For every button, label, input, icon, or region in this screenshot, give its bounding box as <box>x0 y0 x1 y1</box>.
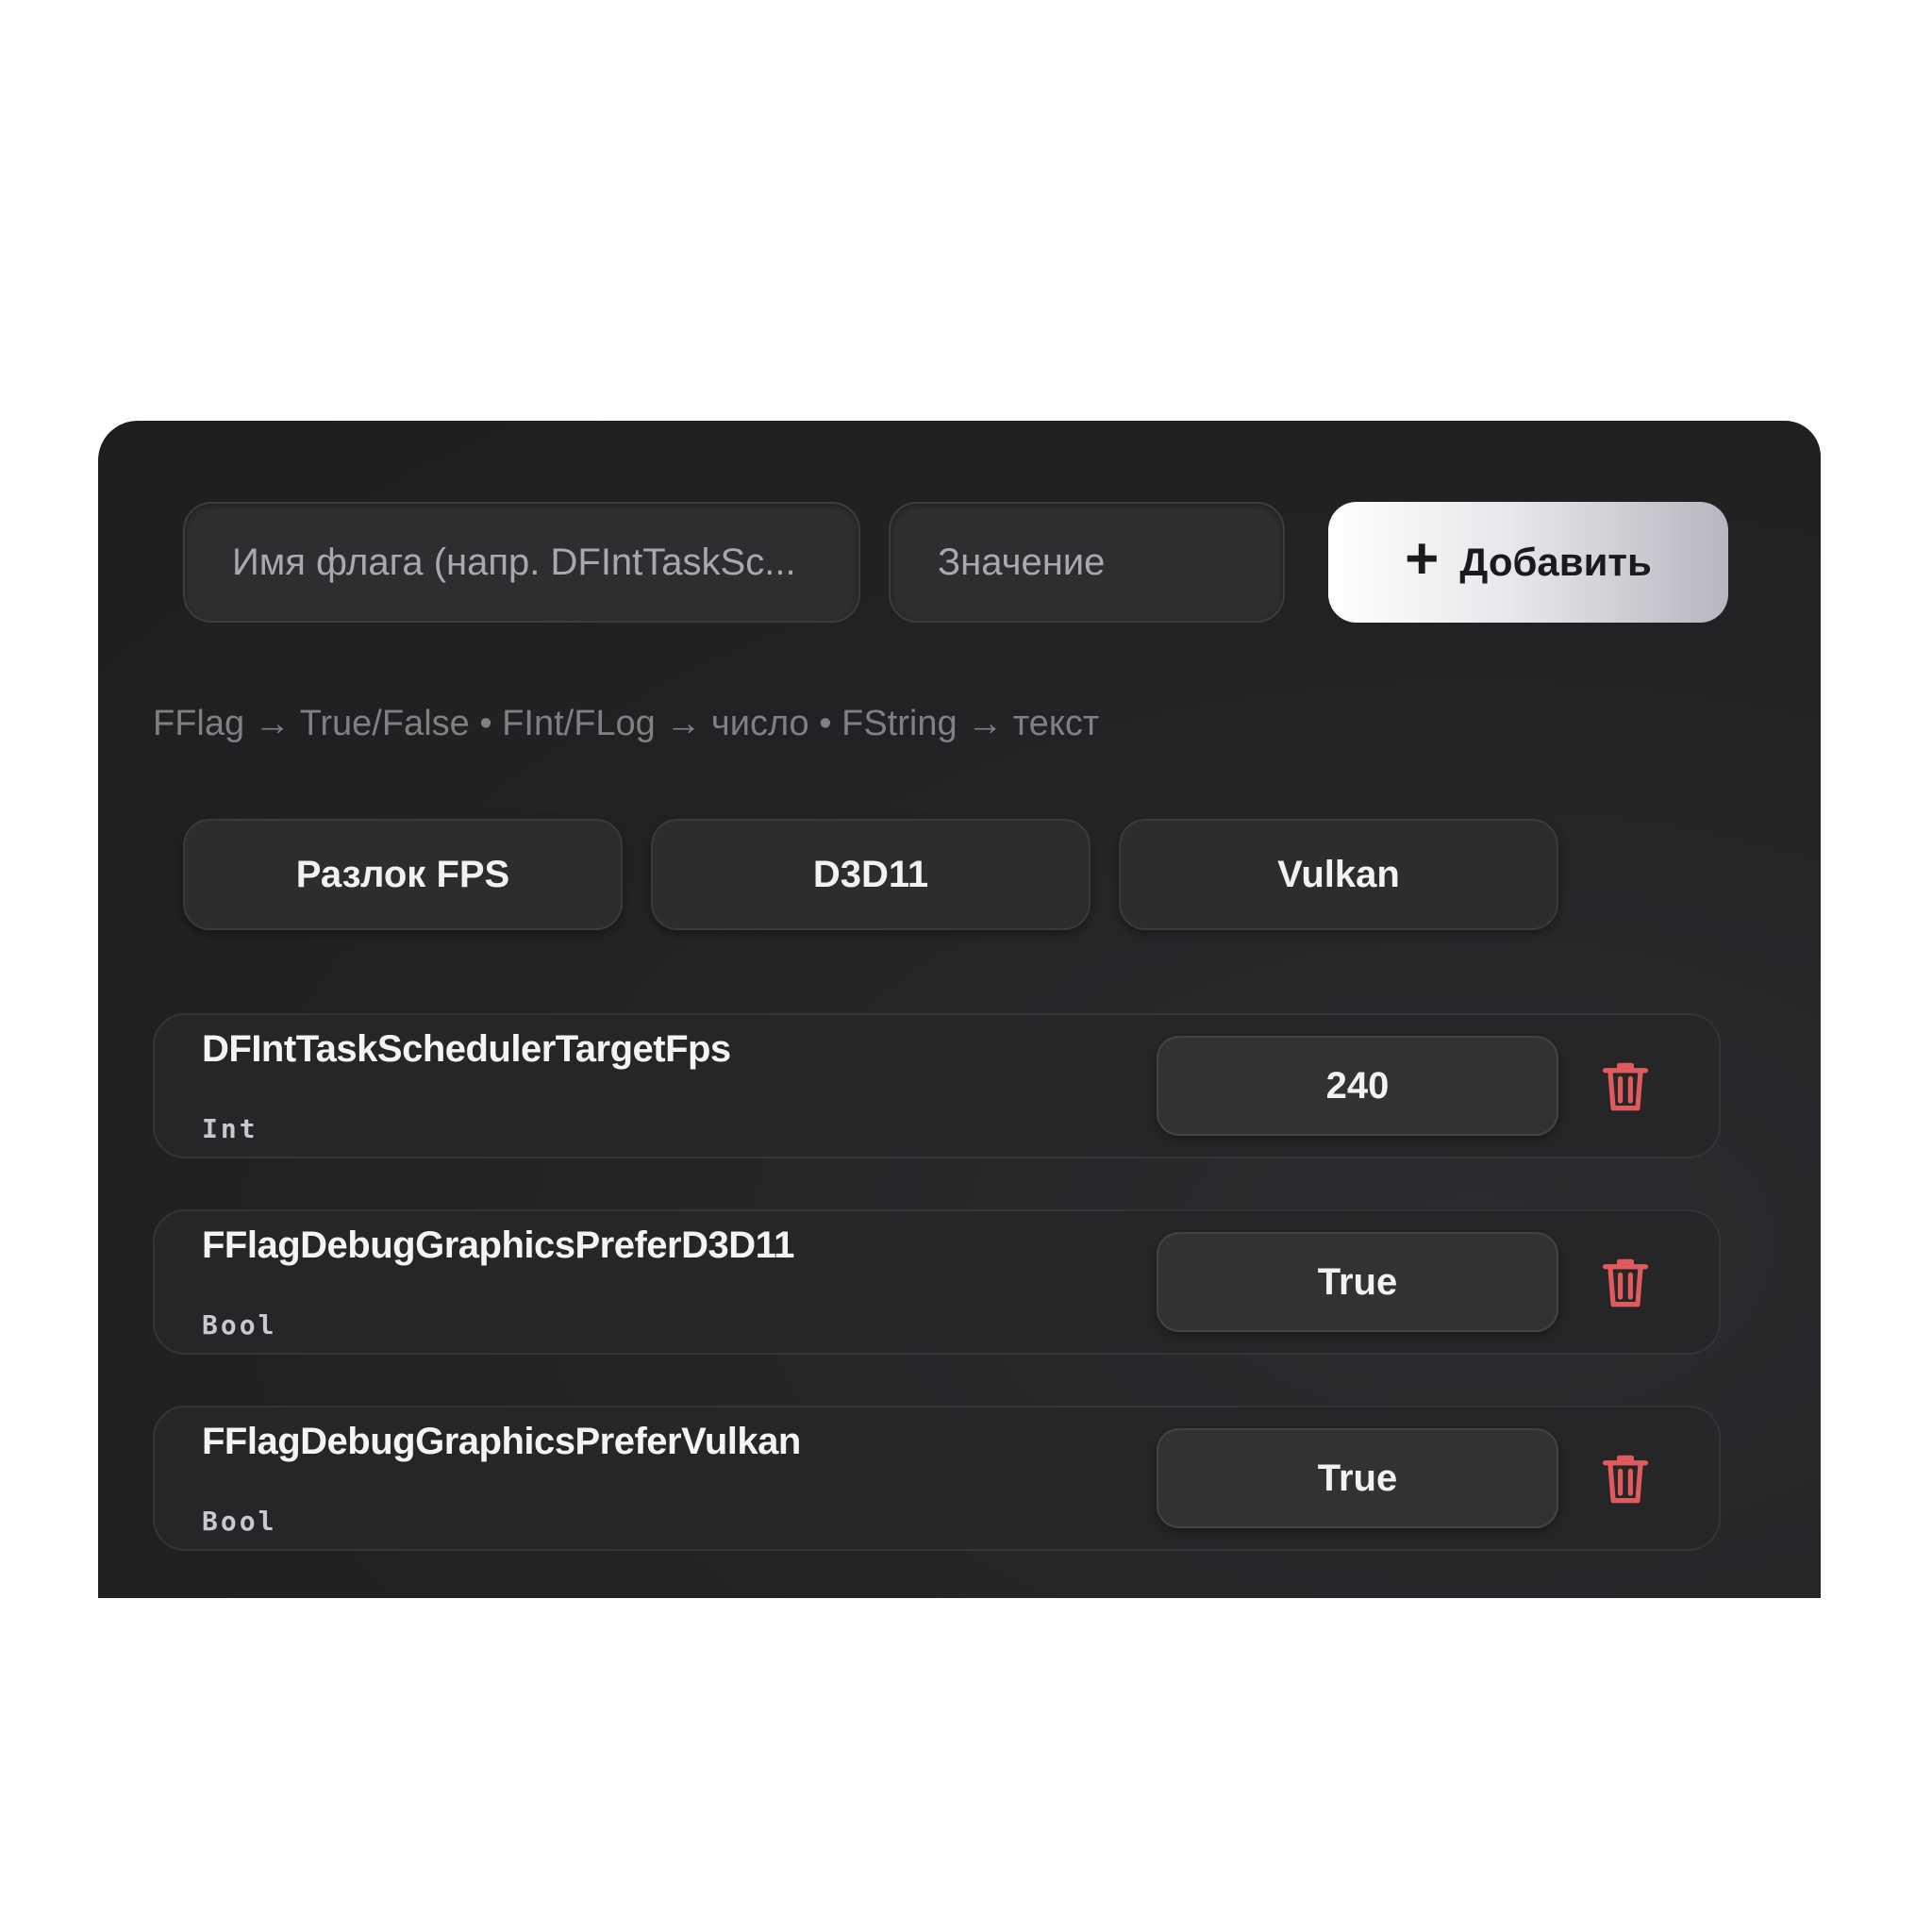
flag-value-field[interactable]: 240 <box>1157 1036 1558 1136</box>
flag-type-hint: FFlag → True/False • FInt/FLog → число •… <box>153 704 1100 743</box>
trash-icon[interactable] <box>1600 1257 1651 1309</box>
flags-panel: Имя флага (напр. DFIntTaskSc... Значение… <box>98 421 1821 1598</box>
flag-name: FFlagDebugGraphicsPreferD3D11 <box>202 1224 794 1266</box>
preset-label: Разлок FPS <box>295 853 510 895</box>
flag-value-field[interactable]: True <box>1157 1232 1558 1332</box>
flag-type-label: Int <box>202 1113 258 1144</box>
flag-value-field[interactable]: True <box>1157 1428 1558 1528</box>
plus-icon: + <box>1405 526 1440 591</box>
preset-vulkan-button[interactable]: Vulkan <box>1119 819 1558 930</box>
add-flag-label: Добавить <box>1459 540 1652 584</box>
preset-label: Vulkan <box>1277 853 1400 895</box>
trash-icon[interactable] <box>1600 1060 1651 1113</box>
flag-name: FFlagDebugGraphicsPreferVulkan <box>202 1421 801 1462</box>
flag-type-label: Bool <box>202 1309 277 1341</box>
add-flag-button[interactable]: + Добавить <box>1328 502 1728 623</box>
flag-name-input[interactable]: Имя флага (напр. DFIntTaskSc... <box>183 502 860 623</box>
flag-value-input[interactable]: Значение <box>889 502 1285 623</box>
flag-type-label: Bool <box>202 1506 277 1537</box>
preset-d3d11-button[interactable]: D3D11 <box>651 819 1091 930</box>
preset-label: D3D11 <box>812 853 929 895</box>
flag-row: DFIntTaskSchedulerTargetFps Int 240 <box>153 1013 1721 1158</box>
trash-icon[interactable] <box>1600 1453 1651 1506</box>
flag-value-placeholder: Значение <box>938 541 1106 583</box>
flag-row: FFlagDebugGraphicsPreferD3D11 Bool True <box>153 1209 1721 1355</box>
flag-name: DFIntTaskSchedulerTargetFps <box>202 1028 731 1070</box>
flag-name-placeholder: Имя флага (напр. DFIntTaskSc... <box>232 541 796 583</box>
preset-unlock-fps-button[interactable]: Разлок FPS <box>183 819 623 930</box>
flag-row: FFlagDebugGraphicsPreferVulkan Bool True <box>153 1406 1721 1551</box>
